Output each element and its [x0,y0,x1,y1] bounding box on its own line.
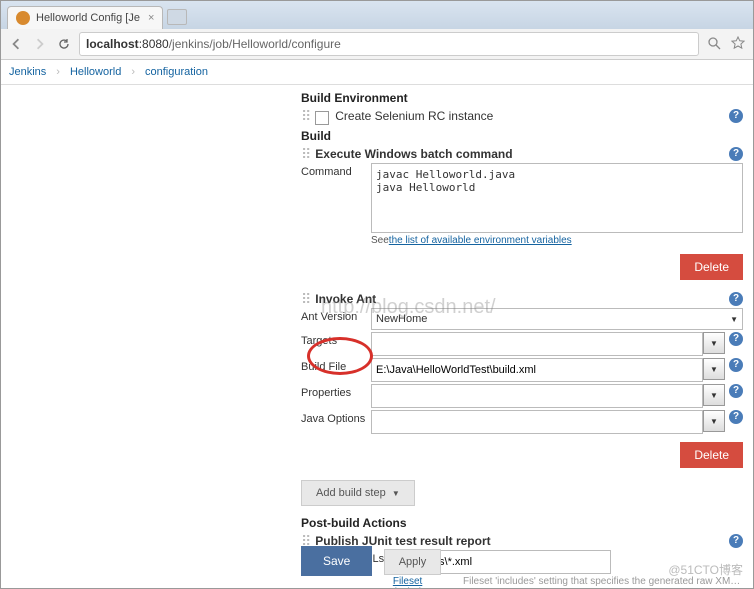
javaopts-input[interactable] [371,410,703,434]
save-button[interactable]: Save [301,546,372,576]
selenium-checkbox[interactable] [315,111,329,125]
expand-button[interactable]: ▼ [703,384,725,406]
browser-toolbar: localhost:8080/jenkins/job/Helloworld/co… [1,29,753,60]
breadcrumb: Jenkins › Helloworld › configuration [1,60,753,85]
url-port: :8080 [139,37,169,51]
expand-button[interactable]: ▼ [703,358,725,380]
help-icon[interactable]: ? [729,332,743,346]
drag-handle-icon[interactable]: ⠿ [301,109,311,123]
tab-title: Helloworld Config [Je [36,12,140,24]
back-icon[interactable] [7,35,25,53]
chevron-down-icon: ▼ [392,489,400,498]
url-host: localhost [86,37,139,51]
expand-button[interactable]: ▼ [703,410,725,432]
ant-version-label: Ant Version [301,308,371,323]
delete-button[interactable]: Delete [680,254,743,280]
batch-title: Execute Windows batch command [315,147,725,161]
address-bar[interactable]: localhost:8080/jenkins/job/Helloworld/co… [79,32,699,56]
crumb-job[interactable]: Helloworld [70,66,121,78]
properties-input[interactable] [371,384,703,408]
help-icon[interactable]: ? [729,534,743,548]
command-textarea[interactable] [371,163,743,233]
ant-version-select[interactable]: NewHome▼ [371,308,743,330]
see-text: See [371,235,389,246]
footer-watermark: @51CTO博客 [668,561,743,578]
close-icon[interactable]: × [148,12,154,24]
delete-button[interactable]: Delete [680,442,743,468]
chevron-down-icon: ▼ [730,315,738,324]
command-label: Command [301,163,371,178]
help-icon[interactable]: ? [729,292,743,306]
section-build-environment: Build Environment [301,91,743,105]
xml-hint-link[interactable]: Fileset 'includes' [393,576,460,588]
crumb-sep: › [56,66,60,78]
apply-button[interactable]: Apply [384,549,442,575]
star-icon[interactable] [731,36,747,52]
reload-icon[interactable] [55,35,73,53]
help-icon[interactable]: ? [729,147,743,161]
add-build-step-button[interactable]: Add build step ▼ [301,480,415,506]
env-vars-link[interactable]: the list of available environment variab… [389,235,572,246]
drag-handle-icon[interactable]: ⠿ [301,147,311,161]
browser-tabbar: Helloworld Config [Je × [1,1,753,29]
section-build: Build [301,129,743,143]
buildfile-input[interactable] [371,358,703,382]
browser-tab[interactable]: Helloworld Config [Je × [7,6,163,29]
crumb-page[interactable]: configuration [145,66,208,78]
expand-button[interactable]: ▼ [703,332,725,354]
search-icon[interactable] [707,36,723,52]
help-icon[interactable]: ? [729,358,743,372]
help-icon[interactable]: ? [729,384,743,398]
url-path: /jenkins/job/Helloworld/configure [169,37,341,51]
section-post-build: Post-build Actions [301,516,743,530]
drag-handle-icon[interactable]: ⠿ [301,292,311,306]
properties-label: Properties [301,384,371,399]
targets-input[interactable] [371,332,703,356]
selenium-label: Create Selenium RC instance [335,109,725,123]
help-icon[interactable]: ? [729,410,743,424]
jenkins-favicon [16,11,30,25]
buildfile-label: Build File [301,358,371,373]
help-icon[interactable]: ? [729,109,743,123]
new-tab-button[interactable] [167,9,187,25]
crumb-jenkins[interactable]: Jenkins [9,66,46,78]
forward-icon[interactable] [31,35,49,53]
crumb-sep: › [131,66,135,78]
targets-label: Targets [301,332,371,347]
ant-title: Invoke Ant [315,292,725,306]
javaopts-label: Java Options [301,410,371,425]
